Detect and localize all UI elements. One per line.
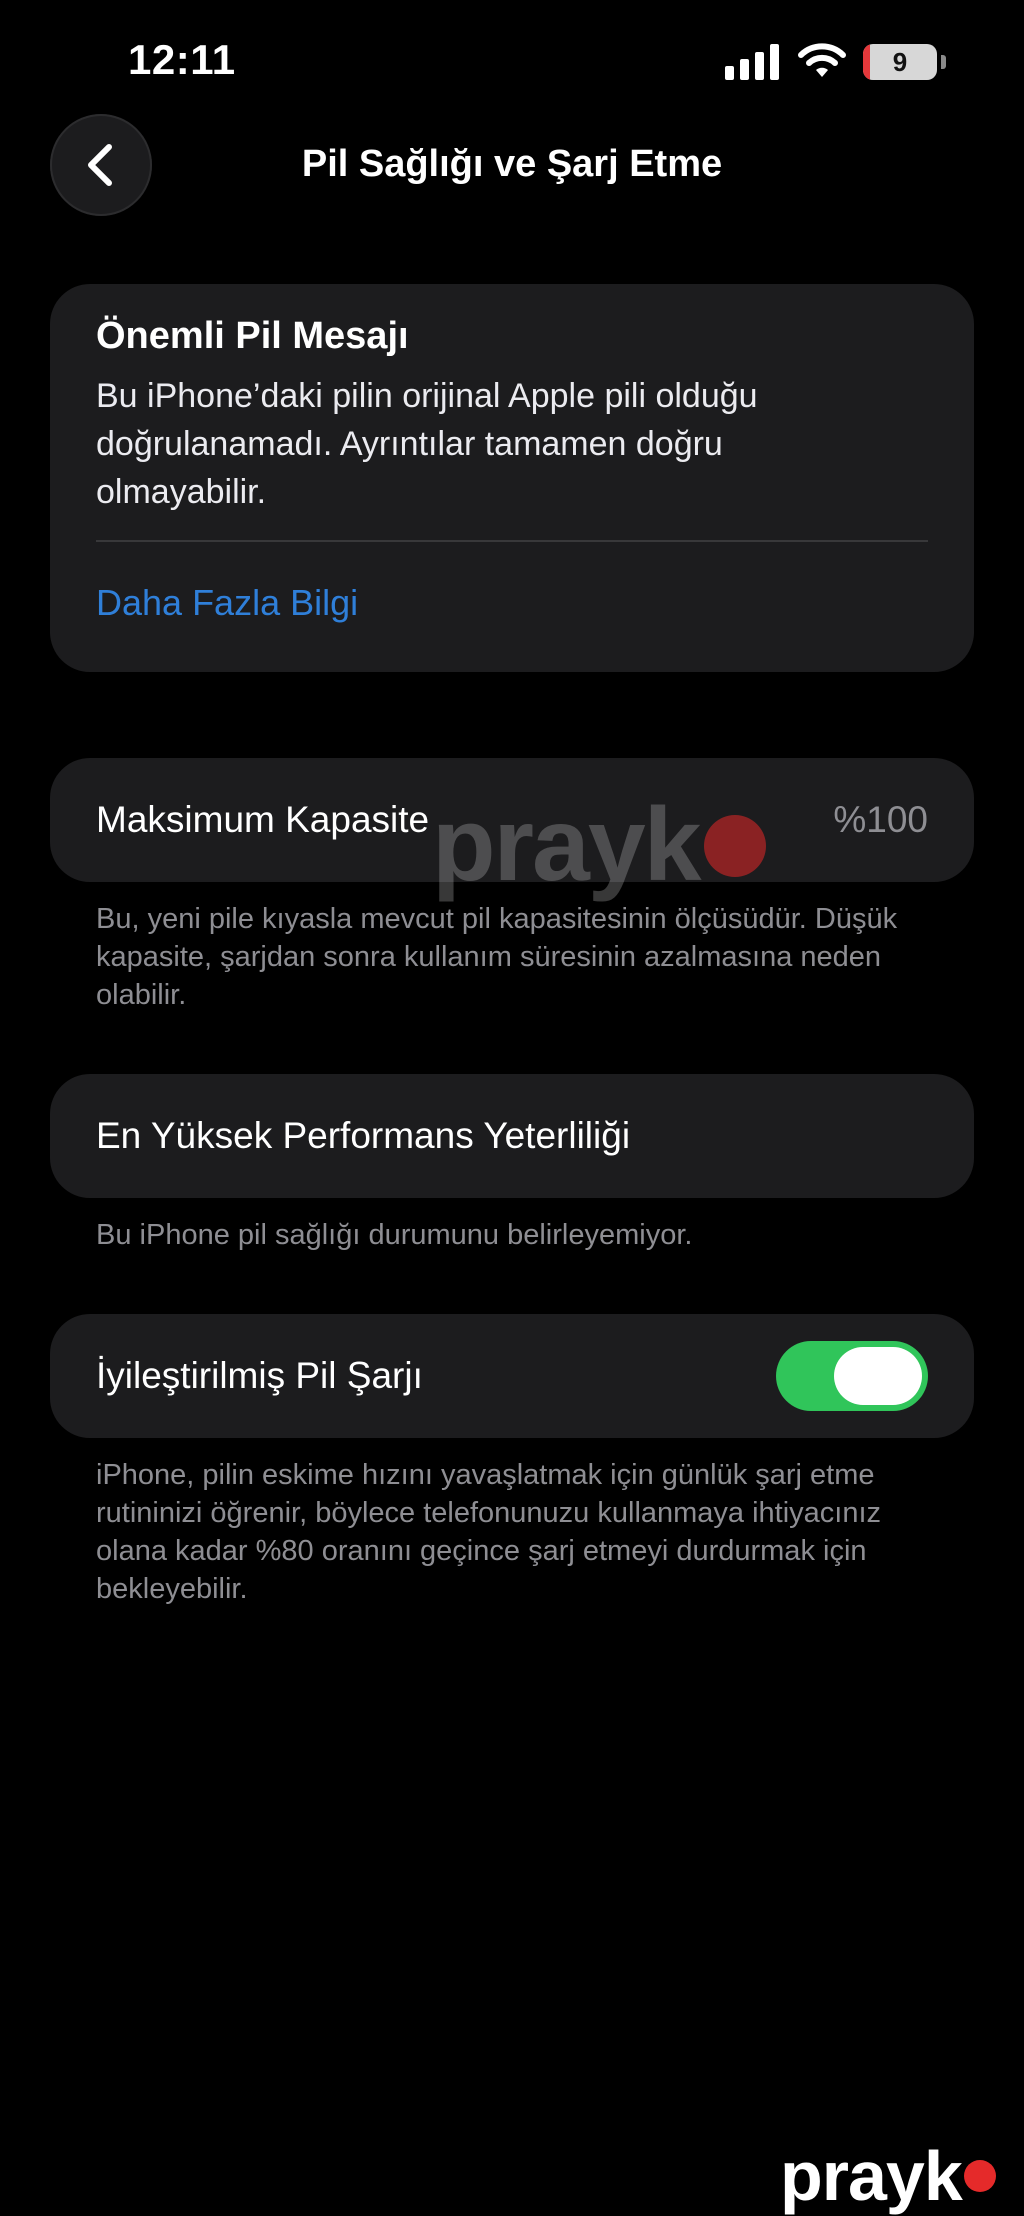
divider bbox=[96, 540, 928, 542]
battery-indicator: 9 bbox=[863, 44, 937, 80]
battery-level: 9 bbox=[892, 46, 908, 77]
important-message-body: Bu iPhone’daki pilin orijinal Apple pili… bbox=[96, 377, 758, 511]
learn-more-link[interactable]: Daha Fazla Bilgi bbox=[96, 582, 928, 624]
page-title: Pil Sağlığı ve Şarj Etme bbox=[301, 143, 723, 185]
optimized-charging-footnote: iPhone, pilin eskime hızını yavaşlatmak … bbox=[96, 1459, 882, 1605]
watermark-logo: prayk bbox=[780, 2136, 996, 2216]
max-capacity-row: Maksimum Kapasite %100 bbox=[50, 758, 974, 882]
optimized-charging-toggle[interactable] bbox=[776, 1341, 928, 1411]
peak-performance-footnote: Bu iPhone pil sağlığı durumunu belirleye… bbox=[96, 1219, 693, 1251]
important-message-card: Önemli Pil Mesajı Bu iPhone’daki pilin o… bbox=[50, 284, 974, 672]
max-capacity-value: %100 bbox=[833, 799, 928, 840]
toggle-knob bbox=[834, 1347, 922, 1405]
max-capacity-footnote: Bu, yeni pile kıyasla mevcut pil kapasit… bbox=[96, 903, 898, 1011]
optimized-charging-row: İyileştirilmiş Pil Şarjı bbox=[50, 1314, 974, 1438]
status-icons: 9 bbox=[725, 40, 946, 84]
optimized-charging-label: İyileştirilmiş Pil Şarjı bbox=[96, 1355, 423, 1396]
max-capacity-label: Maksimum Kapasite bbox=[96, 799, 430, 840]
watermark-logo-text: prayk bbox=[780, 2137, 963, 2215]
battery-level-fill bbox=[863, 44, 870, 80]
important-message-title: Önemli Pil Mesajı bbox=[96, 315, 409, 357]
peak-performance-label: En Yüksek Performans Yeterliliği bbox=[96, 1115, 631, 1156]
cellular-signal-icon bbox=[725, 44, 779, 80]
battery-tip bbox=[941, 55, 946, 69]
status-time: 12:11 bbox=[128, 36, 236, 83]
peak-performance-row: En Yüksek Performans Yeterliliği bbox=[50, 1074, 974, 1198]
wifi-icon bbox=[798, 43, 846, 77]
watermark-logo-dot bbox=[963, 2160, 996, 2192]
